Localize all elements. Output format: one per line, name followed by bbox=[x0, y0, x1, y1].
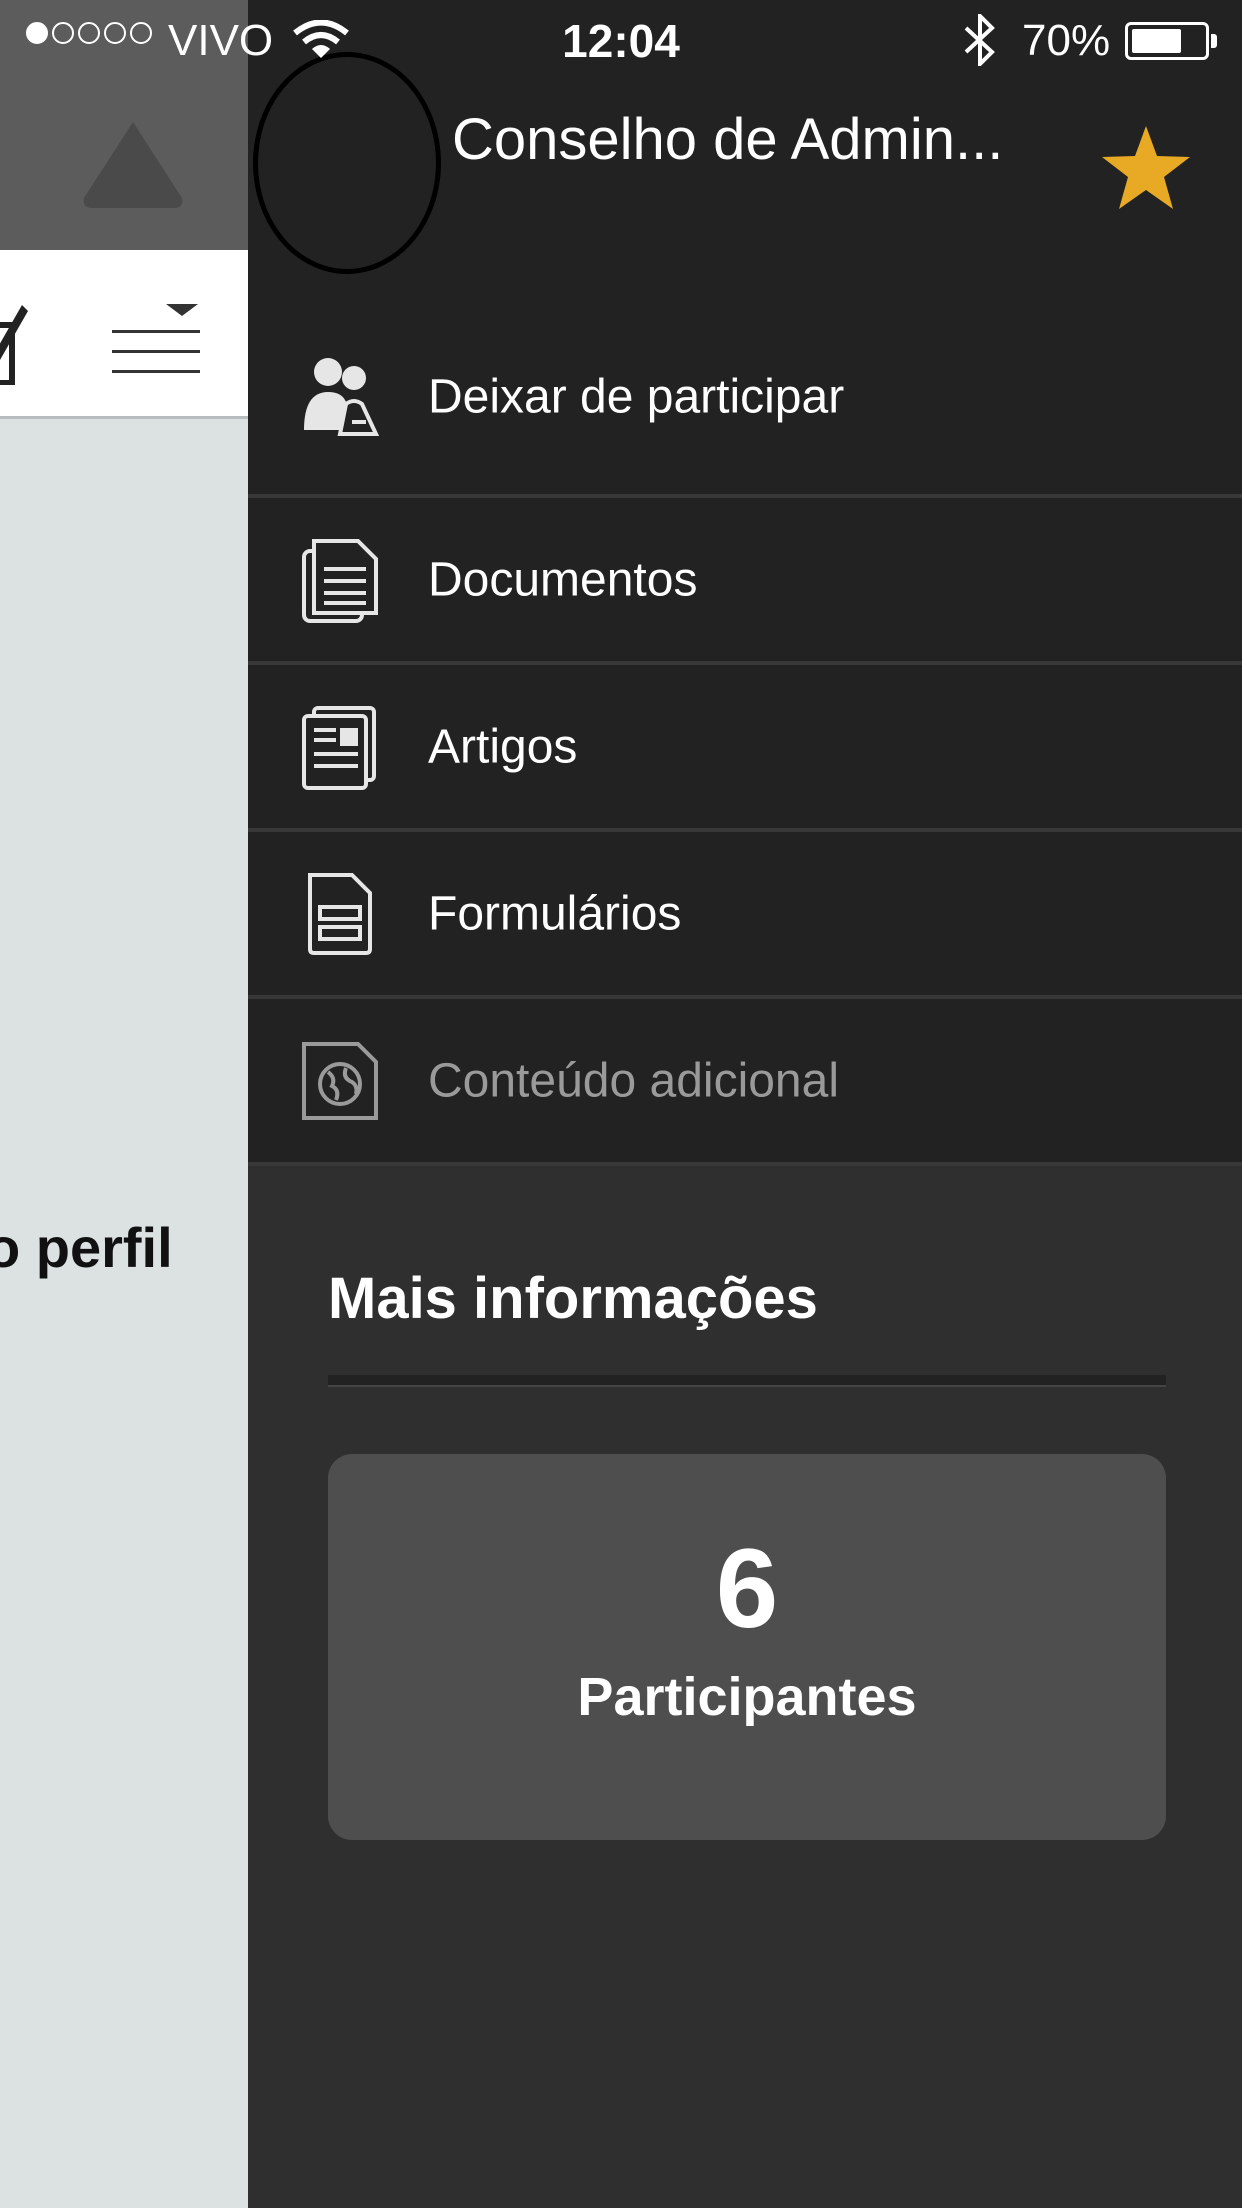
battery-icon bbox=[1125, 22, 1209, 60]
drawer-menu: Deixar de participar Documentos Artigos … bbox=[248, 300, 1242, 1166]
battery-level bbox=[1132, 29, 1181, 53]
leave-group-icon bbox=[304, 358, 380, 436]
bluetooth-icon bbox=[964, 14, 995, 66]
menu-item-label: Artigos bbox=[428, 720, 578, 773]
articles-icon bbox=[302, 705, 376, 790]
profile-text: o perfil bbox=[0, 1216, 173, 1279]
favorite-star-icon[interactable] bbox=[1100, 124, 1192, 212]
group-title: Conselho de Admin... bbox=[452, 107, 1004, 172]
menu-item-label: Formulários bbox=[428, 887, 682, 940]
menu-item-leave-group[interactable]: Deixar de participar bbox=[248, 300, 1242, 498]
menu-item-articles[interactable]: Artigos bbox=[248, 665, 1242, 832]
sort-menu-icon[interactable] bbox=[110, 300, 202, 378]
status-bar: VIVO 12:04 70% bbox=[0, 0, 1242, 82]
triangle-icon bbox=[83, 122, 183, 208]
menu-item-label: Conteúdo adicional bbox=[428, 1054, 839, 1107]
menu-item-documents[interactable]: Documentos bbox=[248, 498, 1242, 665]
participants-card[interactable]: 6 Participantes bbox=[328, 1454, 1166, 1840]
edit-icon[interactable] bbox=[0, 295, 30, 385]
menu-item-forms[interactable]: Formulários bbox=[248, 832, 1242, 999]
globe-document-icon bbox=[302, 1041, 378, 1120]
battery-percentage: 70% bbox=[1022, 16, 1111, 65]
background-app: o perfil bbox=[0, 0, 248, 2208]
menu-item-label: Documentos bbox=[428, 553, 698, 606]
battery-tip bbox=[1211, 34, 1217, 48]
forms-icon bbox=[308, 872, 372, 955]
documents-icon bbox=[302, 538, 378, 623]
participants-count: 6 bbox=[715, 1526, 779, 1651]
divider bbox=[328, 1375, 1166, 1387]
menu-item-additional-content[interactable]: Conteúdo adicional bbox=[248, 999, 1242, 1166]
menu-item-label: Deixar de participar bbox=[428, 370, 845, 424]
side-drawer: Conselho de Admin... Deixar de participa… bbox=[248, 0, 1242, 2208]
more-info-title: Mais informações bbox=[328, 1266, 818, 1331]
participants-label: Participantes bbox=[577, 1667, 917, 1727]
group-avatar[interactable] bbox=[253, 52, 441, 274]
